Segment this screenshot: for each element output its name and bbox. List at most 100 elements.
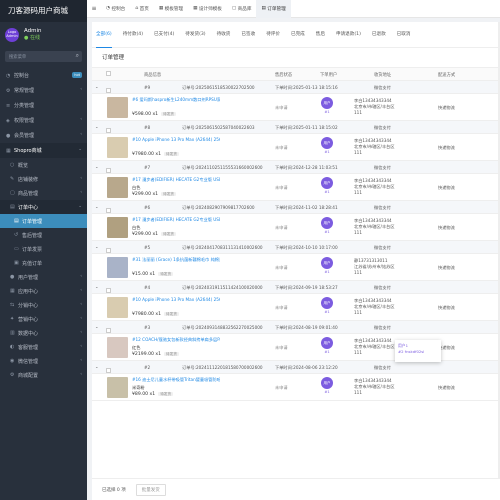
order-checkbox[interactable] [106, 208, 111, 213]
sidebar-item-goods[interactable]: ▢ 商品管理 ‹ [0, 186, 87, 200]
buyer-info[interactable]: 用户 #1 [317, 257, 337, 274]
sidebar-item-auth[interactable]: ◈ 权限管理 ‹ [0, 113, 87, 128]
product-thumbnail[interactable] [107, 97, 128, 118]
chevron-down-icon[interactable]: ⌄ [95, 84, 99, 89]
buyer-id[interactable]: #1 [317, 230, 337, 234]
buyer-avatar[interactable]: 用户 [321, 337, 333, 349]
product-name[interactable]: #16 迪士尼儿童水杯带吸管Tritan婴童吸管防呛背带... [132, 377, 220, 383]
tab-order-status[interactable]: 已完成 [291, 22, 305, 48]
sidebar-item-recharge[interactable]: ▣ 充值订单 [0, 256, 87, 270]
chevron-down-icon[interactable]: ⌄ [95, 164, 99, 169]
tab-order-status[interactable]: 已退款 [372, 22, 386, 48]
tab-templates[interactable]: ▦ 模板管理 [154, 0, 188, 18]
buyer-info[interactable]: 用户 #1 [317, 137, 337, 154]
buyer-info[interactable]: 用户 #1 [317, 377, 337, 394]
sidebar-item-wechat[interactable]: ◉ 微信管理 ‹ [0, 354, 87, 368]
product-thumbnail[interactable] [107, 177, 128, 198]
sidebar-item-config[interactable]: ⚙ 商城配置 ‹ [0, 368, 87, 382]
buyer-id[interactable]: #1 [317, 110, 337, 114]
sidebar-item-apps[interactable]: ▦ 应用中心 ‹ [0, 284, 87, 298]
bulk-ship-button[interactable]: 批量发货 [135, 483, 166, 496]
tab-order-status[interactable]: 待评价 [266, 22, 280, 48]
sidebar-item-data[interactable]: ▥ 数据中心 ‹ [0, 326, 87, 340]
buyer-avatar[interactable]: 用户 [321, 97, 333, 109]
tab-order-status[interactable]: 售后 [316, 22, 325, 48]
sidebar-item-distribution[interactable]: ⇆ 分销中心 ‹ [0, 298, 87, 312]
sidebar-search[interactable]: 搜索菜单 ⌕ [5, 51, 82, 62]
sidebar-item-users[interactable]: ● 用户管理 ‹ [0, 270, 87, 284]
buyer-avatar[interactable]: 用户 [321, 137, 333, 149]
tab-order-status[interactable]: 申请退款(1) [336, 22, 361, 48]
sidebar-item-invoice[interactable]: ▭ 订单发票 [0, 242, 87, 256]
tab-order-status[interactable]: 待付款(4) [123, 22, 143, 48]
sidebar-item-aftersale[interactable]: ↺ 售后管理 [0, 228, 87, 242]
product-thumbnail[interactable] [107, 337, 128, 358]
hamburger-menu-icon[interactable]: ≡ [87, 0, 101, 18]
buyer-avatar[interactable]: 用户 [321, 177, 333, 189]
buyer-avatar[interactable]: 用户 [321, 257, 333, 269]
buyer-info[interactable]: 用户 #1 [317, 217, 337, 234]
order-checkbox[interactable] [106, 288, 111, 293]
chevron-down-icon[interactable]: ⌄ [95, 124, 99, 129]
buyer-info[interactable]: 用户 #1 [317, 337, 337, 354]
buyer-id[interactable]: #1 [317, 350, 337, 354]
sidebar-item-general[interactable]: ⚙ 常规管理 ‹ [0, 83, 87, 98]
buyer-info[interactable]: 用户 #1 [317, 177, 337, 194]
sidebar-item-shopro[interactable]: ▦ Shopro商城 ⌄ [0, 143, 87, 158]
tab-order-status[interactable]: 已签收 [241, 22, 255, 48]
product-thumbnail[interactable] [107, 137, 128, 158]
chevron-down-icon[interactable]: ⌄ [95, 284, 99, 289]
sidebar-item-service[interactable]: ◐ 客服管理 ‹ [0, 340, 87, 354]
sidebar-item-overview[interactable]: ○ 概览 [0, 158, 87, 172]
chevron-down-icon[interactable]: ⌄ [95, 364, 99, 369]
buyer-info[interactable]: 用户 #1 [317, 97, 337, 114]
tab-order-status[interactable]: 待收货 [217, 22, 231, 48]
product-name[interactable]: #6 爱玛斯haspro新生L240mm散口剂RPSU家(演绎版... [132, 97, 220, 103]
order-checkbox[interactable] [106, 88, 111, 93]
tab-order-status[interactable]: 全部(6) [96, 22, 112, 48]
order-checkbox[interactable] [106, 328, 111, 333]
sidebar-item-order-manage[interactable]: ▤ 订单管理 [0, 214, 87, 228]
buyer-id[interactable]: #1 [317, 150, 337, 154]
buyer-avatar[interactable]: 用户 [321, 377, 333, 389]
product-name[interactable]: #17 漫步者(EDIFIER) HECATE G2专业版 USB7.1声道..… [132, 177, 220, 183]
tab-designer-templates[interactable]: ▦ 设计师模板 [188, 0, 227, 18]
chevron-down-icon[interactable]: ⌄ [95, 204, 99, 209]
product-name[interactable]: #12 COACH/蔻驰女包新款经典斜挎单肩多层Parker女士... [132, 337, 220, 343]
order-checkbox[interactable] [106, 248, 111, 253]
order-checkbox[interactable] [106, 128, 111, 133]
buyer-avatar[interactable]: 用户 [321, 217, 333, 229]
tab-order-status[interactable]: 待发货(3) [185, 22, 205, 48]
tab-order-status[interactable]: 已取消 [397, 22, 411, 48]
product-name[interactable]: #10 Apple iPhone 13 Pro Max (A2644) 256G… [132, 137, 220, 143]
sidebar-item-category[interactable]: ≡ 分类管理 [0, 98, 87, 113]
chevron-down-icon[interactable]: ⌄ [95, 324, 99, 329]
tab-home[interactable]: ⌂ 首页 [130, 0, 154, 18]
product-thumbnail[interactable] [107, 297, 128, 318]
product-thumbnail[interactable] [107, 217, 128, 238]
search-icon[interactable]: ⌕ [76, 52, 79, 60]
order-checkbox[interactable] [106, 368, 111, 373]
product-name[interactable]: #17 漫步者(EDIFIER) HECATE G2专业版 USB7.1声道..… [132, 217, 220, 223]
buyer-id[interactable]: #1 [317, 390, 337, 394]
buyer-avatar[interactable]: 用户 [321, 297, 333, 309]
product-thumbnail[interactable] [107, 257, 128, 278]
buyer-id[interactable]: #1 [317, 310, 337, 314]
select-all-checkbox[interactable] [106, 71, 111, 76]
sidebar-item-order-center[interactable]: ▤ 订单中心 ⌄ [0, 200, 87, 214]
buyer-info[interactable]: 用户 #1 [317, 297, 337, 314]
sidebar-item-dashboard[interactable]: ◔ 控制台 hot [0, 68, 87, 83]
tab-order-manage[interactable]: ▤ 订单管理 [256, 0, 291, 18]
tab-order-status[interactable]: 已支付(4) [154, 22, 174, 48]
buyer-id[interactable]: #1 [317, 270, 337, 274]
sidebar-item-member[interactable]: ● 会员管理 ‹ [0, 128, 87, 143]
order-checkbox[interactable] [106, 168, 111, 173]
product-thumbnail[interactable] [107, 377, 128, 398]
product-name[interactable]: #10 Apple iPhone 13 Pro Max (A2644) 256G… [132, 297, 220, 303]
chevron-down-icon[interactable]: ⌄ [95, 244, 99, 249]
sidebar-item-marketing[interactable]: ✦ 营销中心 ‹ [0, 312, 87, 326]
sidebar-item-decorate[interactable]: ✎ 店铺装修 ‹ [0, 172, 87, 186]
avatar[interactable]: Logo Admin [5, 28, 19, 42]
tab-dashboard[interactable]: ◔ 控制台 [101, 0, 130, 18]
buyer-id[interactable]: #1 [317, 190, 337, 194]
